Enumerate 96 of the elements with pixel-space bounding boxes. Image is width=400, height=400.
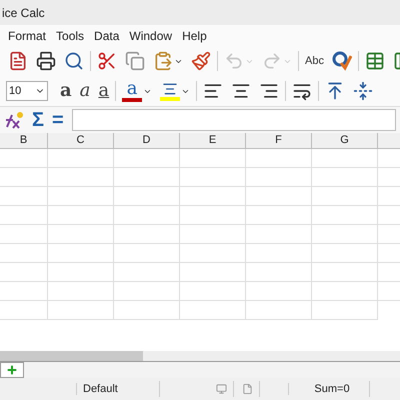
column-header[interactable]: E xyxy=(180,133,246,148)
checkmark-icon xyxy=(332,51,352,71)
copy-icon xyxy=(125,51,145,71)
bold-button[interactable]: a xyxy=(58,78,74,104)
column-header[interactable]: G xyxy=(312,133,378,148)
grid-cell[interactable] xyxy=(114,263,180,282)
grid-cell[interactable] xyxy=(312,225,378,244)
grid-cell[interactable] xyxy=(114,225,180,244)
grid-cell[interactable] xyxy=(246,149,312,168)
pdf-icon xyxy=(8,51,28,71)
undo-icon xyxy=(224,51,244,71)
document-icon xyxy=(242,383,253,395)
grid-cell[interactable] xyxy=(246,282,312,301)
lines-icon xyxy=(162,81,178,97)
underline-button[interactable]: a xyxy=(96,78,112,104)
grid-cell[interactable] xyxy=(312,263,378,282)
grid-cell[interactable] xyxy=(48,206,114,225)
grid-cell[interactable] xyxy=(114,187,180,206)
font-size-field[interactable]: 10 xyxy=(6,81,48,101)
grid-cell[interactable] xyxy=(246,225,312,244)
menu-item[interactable]: Tools xyxy=(56,28,84,42)
grid-cell[interactable] xyxy=(48,168,114,187)
monitor-icon xyxy=(216,383,227,395)
redo-icon xyxy=(262,51,282,71)
font-color-button[interactable]: a xyxy=(120,78,154,104)
grid-cell[interactable] xyxy=(246,263,312,282)
sum-button[interactable]: Σ xyxy=(32,108,44,132)
grid-cell[interactable] xyxy=(0,206,48,225)
grid-cell[interactable] xyxy=(48,244,114,263)
grid-cell[interactable] xyxy=(48,263,114,282)
grid-cell[interactable] xyxy=(246,206,312,225)
grid-cell[interactable] xyxy=(0,282,48,301)
column-header[interactable]: D xyxy=(114,133,180,148)
grid-cell[interactable] xyxy=(180,225,246,244)
grid-cell[interactable] xyxy=(180,244,246,263)
italic-button[interactable]: a xyxy=(78,78,92,104)
grid-cell[interactable] xyxy=(246,301,312,320)
column-header[interactable]: B xyxy=(0,133,48,148)
grid-cell[interactable] xyxy=(114,168,180,187)
function-wizard-icon xyxy=(4,111,24,129)
grid-cell[interactable] xyxy=(114,282,180,301)
grid-cell[interactable] xyxy=(312,187,378,206)
grid-cell[interactable] xyxy=(48,282,114,301)
scissors-icon xyxy=(97,51,117,71)
grid-cell[interactable] xyxy=(0,149,48,168)
grid-cell[interactable] xyxy=(114,206,180,225)
grid-cell[interactable] xyxy=(312,168,378,187)
scrollbar-thumb[interactable] xyxy=(0,351,143,361)
paintbrush-icon xyxy=(191,51,211,71)
grid-cell[interactable] xyxy=(180,282,246,301)
window-title: ice Calc xyxy=(2,6,45,20)
grid-cell[interactable] xyxy=(180,149,246,168)
spellcheck-button[interactable]: Abc xyxy=(303,48,326,74)
grid-cell[interactable] xyxy=(0,168,48,187)
sum-text: Sum=0 xyxy=(288,383,369,395)
grid-cell[interactable] xyxy=(48,187,114,206)
grid-cell[interactable] xyxy=(312,244,378,263)
formula-input-field[interactable] xyxy=(72,109,396,131)
column-header[interactable]: C xyxy=(48,133,114,148)
grid-cell[interactable] xyxy=(312,149,378,168)
grid-cell[interactable] xyxy=(114,149,180,168)
menu-item[interactable]: Data xyxy=(94,28,120,42)
menu-item[interactable]: Format xyxy=(8,28,46,42)
grid-cell[interactable] xyxy=(48,149,114,168)
grid-cell[interactable] xyxy=(0,225,48,244)
grid-cell[interactable] xyxy=(246,168,312,187)
grid-cell[interactable] xyxy=(180,301,246,320)
grid-cell[interactable] xyxy=(246,187,312,206)
page-style-text: Default xyxy=(76,383,159,395)
column-header[interactable]: F xyxy=(246,133,312,148)
grid-cell[interactable] xyxy=(312,206,378,225)
menu-item[interactable]: Help xyxy=(182,28,207,42)
grid-cell[interactable] xyxy=(0,301,48,320)
grid-cell[interactable] xyxy=(0,263,48,282)
add-sheet-button[interactable] xyxy=(0,362,24,378)
grid-cell[interactable] xyxy=(180,187,246,206)
grid-cell[interactable] xyxy=(114,301,180,320)
menu-item[interactable]: Window xyxy=(129,28,172,42)
grid-cell[interactable] xyxy=(48,225,114,244)
formula-button[interactable]: = xyxy=(52,108,64,132)
grid-cell[interactable] xyxy=(312,301,378,320)
clipboard-icon xyxy=(153,51,173,71)
plus-icon xyxy=(6,364,18,376)
printer-icon xyxy=(36,51,56,71)
grid-cell[interactable] xyxy=(246,244,312,263)
grid-cell[interactable] xyxy=(0,244,48,263)
grid-cell[interactable] xyxy=(114,244,180,263)
grid-cell[interactable] xyxy=(0,187,48,206)
grid-cell[interactable] xyxy=(312,282,378,301)
grid-cell[interactable] xyxy=(180,263,246,282)
grid-cell[interactable] xyxy=(48,301,114,320)
table-icon xyxy=(364,51,385,71)
align-middle-icon xyxy=(353,81,374,101)
magnifier-icon xyxy=(64,51,84,71)
grid-cell[interactable] xyxy=(180,206,246,225)
grid-cell[interactable] xyxy=(180,168,246,187)
